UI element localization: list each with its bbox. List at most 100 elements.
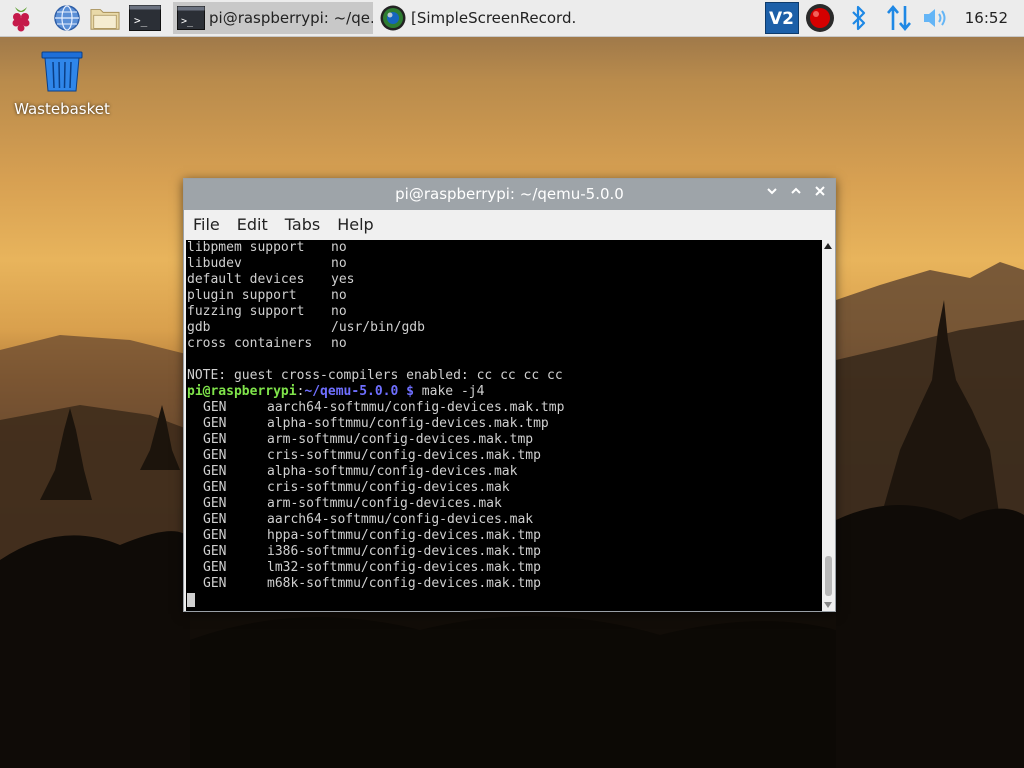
build-line: GEN cris-softmmu/config-devices.mak.tmp: [186, 448, 822, 464]
prompt-user: pi@raspberrypi: [187, 384, 297, 399]
build-line: GEN hppa-softmmu/config-devices.mak.tmp: [186, 528, 822, 544]
build-file: aarch64-softmmu/config-devices.mak: [267, 512, 534, 527]
recorder-tray-button[interactable]: [803, 2, 837, 34]
screen-recorder-icon: [380, 5, 406, 31]
config-key: cross containers: [187, 336, 313, 351]
menu-help[interactable]: Help: [328, 215, 381, 234]
raspberry-icon: [12, 7, 30, 32]
terminal-window[interactable]: pi@raspberrypi: ~/qemu-5.0.0 File Edit T…: [183, 178, 836, 612]
build-file: m68k-softmmu/config-devices.mak.tmp: [267, 576, 541, 591]
menu-tabs[interactable]: Tabs: [276, 215, 328, 234]
globe-icon: [54, 5, 80, 31]
taskbar-clock[interactable]: 16:52: [965, 0, 1008, 36]
minimize-button[interactable]: [763, 185, 781, 203]
terminal-scrollbar[interactable]: [822, 240, 835, 611]
build-file: lm32-softmmu/config-devices.mak.tmp: [267, 560, 541, 575]
network-tray-button[interactable]: [884, 2, 914, 34]
build-tag: GEN: [203, 416, 227, 431]
network-icon: [887, 4, 911, 32]
task-terminal-label: pi@raspberrypi: ~/qe...: [209, 9, 373, 27]
cursor-line: [186, 592, 822, 608]
config-line: libudev no: [186, 256, 822, 272]
task-screen-recorder-label: [SimpleScreenRecord...: [411, 9, 575, 27]
note-line: NOTE: guest cross-compilers enabled: cc …: [187, 368, 563, 383]
config-value: no: [331, 240, 347, 255]
text-cursor: [187, 592, 195, 607]
volume-icon: [924, 9, 946, 27]
build-file: i386-softmmu/config-devices.mak.tmp: [267, 544, 541, 559]
terminal-menubar: File Edit Tabs Help: [184, 210, 835, 238]
build-tag: GEN: [203, 576, 227, 591]
terminal-output[interactable]: libpmem support no libudev no default device…: [186, 240, 822, 611]
bluetooth-icon: [852, 5, 866, 31]
config-value: yes: [331, 272, 355, 287]
build-line: GEN m68k-softmmu/config-devices.mak.tmp: [186, 576, 822, 592]
config-value: no: [331, 288, 347, 303]
menu-edit[interactable]: Edit: [228, 215, 276, 234]
config-key: default devices: [187, 272, 305, 287]
build-file: alpha-softmmu/config-devices.mak: [267, 464, 518, 479]
build-line: GEN lm32-softmmu/config-devices.mak.tmp: [186, 560, 822, 576]
config-key: libpmem support: [187, 240, 305, 255]
config-value: /usr/bin/gdb: [331, 320, 425, 335]
trash-icon: [41, 51, 83, 92]
task-terminal[interactable]: >_ pi@raspberrypi: ~/qe...: [173, 2, 373, 34]
build-tag: GEN: [203, 496, 227, 511]
config-value: no: [331, 304, 347, 319]
scroll-up-arrow[interactable]: [824, 243, 832, 249]
build-line: GEN arm-softmmu/config-devices.mak.tmp: [186, 432, 822, 448]
scroll-thumb[interactable]: [825, 556, 832, 596]
file-manager-button[interactable]: [90, 3, 120, 33]
build-line: GEN alpha-softmmu/config-devices.mak.tmp: [186, 416, 822, 432]
build-file: cris-softmmu/config-devices.mak: [267, 480, 510, 495]
build-line: GEN aarch64-softmmu/config-devices.mak.tm…: [186, 400, 822, 416]
build-line: GEN aarch64-softmmu/config-devices.mak: [186, 512, 822, 528]
prompt-line: pi@raspberrypi:~/qemu-5.0.0 $ make -j4: [186, 384, 822, 400]
config-line: plugin support no: [186, 288, 822, 304]
chevron-up-icon: [791, 187, 801, 194]
config-key: plugin support: [187, 288, 297, 303]
config-key: libudev: [187, 256, 242, 271]
svg-text:>_: >_: [134, 14, 148, 27]
build-line: GEN cris-softmmu/config-devices.mak: [186, 480, 822, 496]
chevron-down-icon: [767, 188, 777, 195]
prompt-path: ~/qemu-5.0.0: [304, 384, 399, 399]
bluetooth-tray-button[interactable]: [846, 2, 872, 34]
build-tag: GEN: [203, 560, 227, 575]
config-line: libpmem support no: [186, 240, 822, 256]
config-value: no: [331, 336, 347, 351]
taskbar: >_ >_ pi@raspberrypi: ~/qe... [SimpleScr…: [0, 0, 1024, 37]
config-summary: libpmem support no libudev no default device…: [186, 240, 822, 352]
menu-file[interactable]: File: [184, 215, 228, 234]
vnc-tray-button[interactable]: V2: [764, 2, 800, 34]
config-key: fuzzing support: [187, 304, 305, 319]
close-button[interactable]: [811, 185, 829, 203]
web-browser-button[interactable]: [52, 3, 82, 33]
prompt-command: make -j4: [413, 384, 485, 399]
terminal-icon: >_: [129, 5, 161, 31]
terminal-launcher-button[interactable]: >_: [128, 3, 162, 33]
svg-text:>_: >_: [181, 16, 194, 27]
build-tag: GEN: [203, 464, 227, 479]
volume-tray-button[interactable]: [920, 2, 952, 34]
build-tag: GEN: [203, 512, 227, 527]
build-tag: GEN: [203, 480, 227, 495]
build-file: aarch64-softmmu/config-devices.mak.tmp: [267, 400, 565, 415]
scroll-down-arrow[interactable]: [824, 602, 832, 608]
build-tag: GEN: [203, 448, 227, 463]
window-title: pi@raspberrypi: ~/qemu-5.0.0: [395, 185, 624, 203]
build-line: GEN i386-softmmu/config-devices.mak.tmp: [186, 544, 822, 560]
build-line: GEN alpha-softmmu/config-devices.mak: [186, 464, 822, 480]
maximize-button[interactable]: [787, 185, 805, 203]
folder-icon: [90, 9, 120, 30]
terminal-titlebar[interactable]: pi@raspberrypi: ~/qemu-5.0.0: [184, 179, 835, 210]
build-file: alpha-softmmu/config-devices.mak.tmp: [267, 416, 549, 431]
config-line: fuzzing support no: [186, 304, 822, 320]
raspberry-menu-button[interactable]: [6, 3, 36, 33]
build-tag: GEN: [203, 432, 227, 447]
wastebasket-desktop-icon[interactable]: Wastebasket: [14, 50, 110, 118]
config-line: default devices yes: [186, 272, 822, 288]
config-line: cross containers no: [186, 336, 822, 352]
task-screen-recorder[interactable]: [SimpleScreenRecord...: [375, 2, 575, 34]
